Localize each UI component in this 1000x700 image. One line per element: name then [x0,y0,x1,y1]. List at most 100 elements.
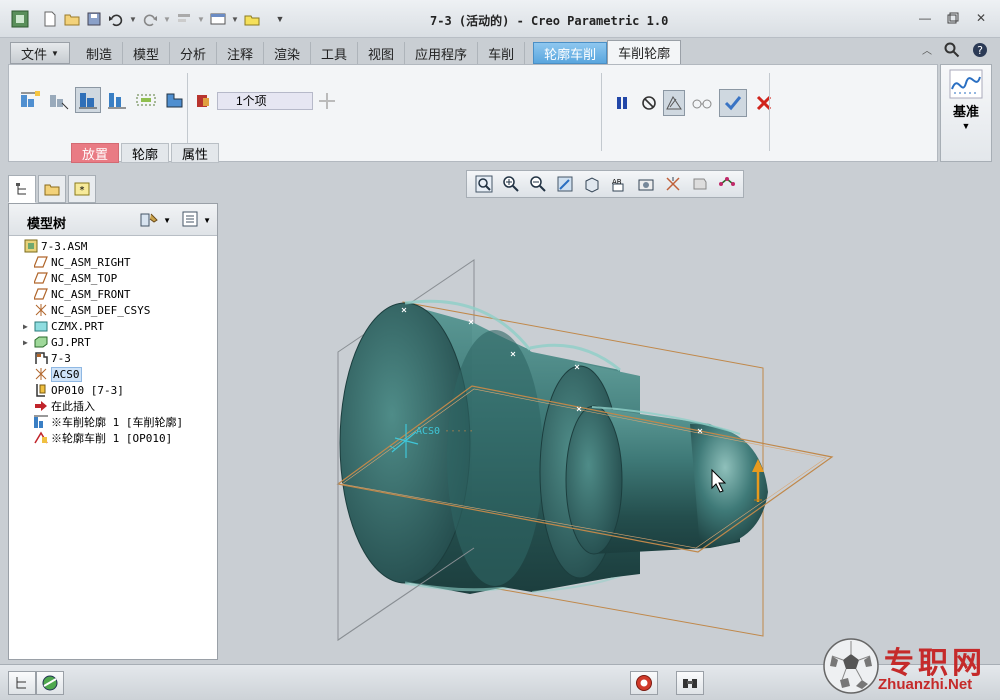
navigator-tabs: * [8,175,96,203]
ribbon-tab[interactable]: 车削 [478,42,526,64]
undo-icon[interactable] [106,9,126,29]
confirm-check-icon[interactable] [719,89,747,117]
ribbon-tab[interactable]: 渲染 [264,42,312,64]
tree-node[interactable]: ※轮廓车削 1 [OP010] [9,430,217,446]
windows-icon[interactable] [208,9,228,29]
open-icon[interactable] [62,9,82,29]
reference-part-icon [197,95,209,107]
turn-profile-icon [33,415,49,429]
part-icon [33,319,49,333]
expand-arrow-icon[interactable]: ▶ [23,322,33,331]
use-envelope-icon[interactable] [75,87,101,113]
use-surface-icon[interactable] [46,87,72,113]
tree-node[interactable]: 7-3.ASM [9,238,217,254]
browser-toggle-icon[interactable] [36,671,64,695]
ribbon-tab[interactable]: 注释 [217,42,264,64]
tree-node-label: NC_ASM_TOP [51,271,118,285]
graphics-window[interactable]: ACS0 ····· [220,162,994,662]
favorites-tab-icon[interactable]: * [68,175,96,203]
reference-collector[interactable]: 1个项 [195,91,337,111]
ribbon-tab[interactable]: 车削轮廓 [607,40,682,64]
tree-node[interactable]: ACS0 [9,366,217,382]
sketch-profile-icon[interactable] [17,87,43,113]
shaft-small-end[interactable] [565,405,768,555]
tree-node[interactable]: ▶ GJ.PRT [9,334,217,350]
customize-icon[interactable]: ▼ [270,9,290,29]
tree-node[interactable]: 7-3 [9,350,217,366]
tree-settings-icon[interactable] [139,210,159,231]
svg-text:?: ? [977,44,983,57]
tree-node-label: OP010 [7-3] [51,383,124,397]
tree-node[interactable]: ※车削轮廓 1 [车削轮廓] [9,414,217,430]
redo-icon[interactable] [140,9,160,29]
model-tree-title: 模型树 [27,216,67,231]
close-icon[interactable]: ✕ [972,10,990,26]
csys-label-ghost: ····· [444,426,474,437]
dashboard-subtab[interactable]: 放置 [71,143,120,163]
help-icon[interactable]: ? [972,42,988,61]
dashboard-separator [601,73,602,151]
expand-arrow-icon[interactable]: ▶ [23,338,33,347]
tree-node[interactable]: NC_ASM_DEF_CSYS [9,302,217,318]
regenerate-icon[interactable] [174,9,194,29]
windows-dropdown-icon[interactable]: ▼ [230,9,240,29]
use-section-icon[interactable] [104,87,130,113]
preview-icon[interactable] [663,90,685,116]
ribbon-tab[interactable]: 工具 [311,42,359,64]
window-title: 7-3 (活动的) - Creo Parametric 1.0 [430,14,669,28]
minimize-icon[interactable]: — [916,10,934,26]
tree-node-label: NC_ASM_DEF_CSYS [51,303,151,317]
ribbon-tab[interactable]: 模型 [123,42,170,64]
undo-dropdown-icon[interactable]: ▼ [128,9,138,29]
datum-dropdown-icon[interactable]: ▼ [941,121,991,131]
reference-field[interactable]: 1个项 [217,92,313,110]
regenerate-dropdown-icon[interactable]: ▼ [196,9,206,29]
show-navigator-icon[interactable] [8,671,36,695]
tree-node-label: ※车削轮廓 1 [车削轮廓] [51,416,184,429]
window-controls: — ✕ [916,10,990,26]
datum-group[interactable]: 基准 ▼ [940,64,992,162]
ribbon-tab[interactable]: 分析 [170,42,217,64]
ribbon-tab[interactable]: 文件 ▼ [10,42,70,64]
ribbon-tab[interactable]: 制造 [76,42,123,64]
reference-disabled-icon [319,93,335,109]
model-tree-header: 模型树 ▼ ▼ [9,204,217,236]
no-preview-icon[interactable] [639,90,659,116]
tree-show-icon[interactable] [181,210,199,231]
redo-dropdown-icon[interactable]: ▼ [162,9,172,29]
tree-node[interactable]: ▶ CZMX.PRT [9,318,217,334]
save-icon[interactable] [84,9,104,29]
insert-here-icon [33,399,49,413]
tree-settings-dropdown-icon[interactable]: ▼ [163,216,171,225]
dashboard-subtab[interactable]: 属性 [171,143,220,163]
model-tree-header-tools: ▼ ▼ [139,210,211,231]
tree-node[interactable]: OP010 [7-3] [9,382,217,398]
tree-node[interactable]: NC_ASM_RIGHT [9,254,217,270]
cancel-x-icon[interactable] [751,90,777,116]
tree-node[interactable]: 在此插入 [9,398,217,414]
boundary-profile-icon[interactable] [162,87,188,113]
new-icon[interactable] [40,9,60,29]
app-icon[interactable] [10,9,30,29]
close-window-icon[interactable] [242,9,262,29]
cross-section-icon[interactable] [133,87,159,113]
pause-icon[interactable] [609,90,635,116]
maximize-icon[interactable] [944,10,962,26]
verify-glasses-icon[interactable] [689,90,715,116]
ribbon-tab[interactable]: 应用程序 [405,42,479,64]
assembly-icon [23,239,39,253]
tree-node[interactable]: NC_ASM_TOP [9,270,217,286]
tree-show-dropdown-icon[interactable]: ▼ [203,216,211,225]
find-icon[interactable] [676,671,704,695]
ribbon-tab[interactable]: 轮廓车削 [533,42,608,64]
folder-browser-tab-icon[interactable] [38,175,66,203]
model-tree-list: 7-3.ASM NC_ASM_RIGHT NC_ASM_TOP NC_ASM_FRON… [9,238,217,446]
search-icon[interactable] [944,42,960,61]
quick-access-toolbar: ▼ ▼ ▼ ▼ ▼ [10,8,292,30]
tree-node[interactable]: NC_ASM_FRONT [9,286,217,302]
stop-regeneration-icon[interactable] [630,671,658,695]
minimize-ribbon-icon[interactable]: ︿ [922,42,932,61]
ribbon-tab[interactable]: 视图 [358,42,406,64]
dashboard-subtab[interactable]: 轮廓 [121,143,170,163]
model-tree-tab-icon[interactable] [8,175,36,203]
